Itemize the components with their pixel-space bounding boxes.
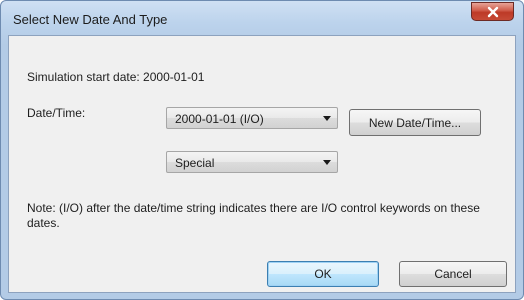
window-title: Select New Date And Type	[13, 12, 168, 27]
type-select-value: Special	[175, 156, 215, 170]
type-select[interactable]: Special	[166, 151, 338, 173]
title-bar[interactable]: Select New Date And Type	[1, 1, 523, 35]
note-text: Note: (I/O) after the date/time string i…	[27, 201, 480, 230]
chevron-down-icon	[323, 116, 331, 121]
close-icon	[487, 6, 498, 17]
start-date-text: Simulation start date: 2000-01-01	[27, 70, 205, 84]
date-select-value: 2000-01-01 (I/O)	[175, 112, 264, 126]
ok-button[interactable]: OK	[267, 261, 379, 287]
new-datetime-button[interactable]: New Date/Time...	[349, 109, 481, 136]
close-button[interactable]	[471, 2, 514, 21]
dialog-body: Simulation start date: 2000-01-01 Date/T…	[8, 35, 516, 293]
dialog-window: Select New Date And Type Simulation star…	[0, 0, 524, 300]
datetime-label: Date/Time:	[27, 106, 86, 120]
date-select[interactable]: 2000-01-01 (I/O)	[166, 107, 338, 129]
chevron-down-icon	[323, 160, 331, 165]
cancel-button[interactable]: Cancel	[399, 261, 507, 287]
